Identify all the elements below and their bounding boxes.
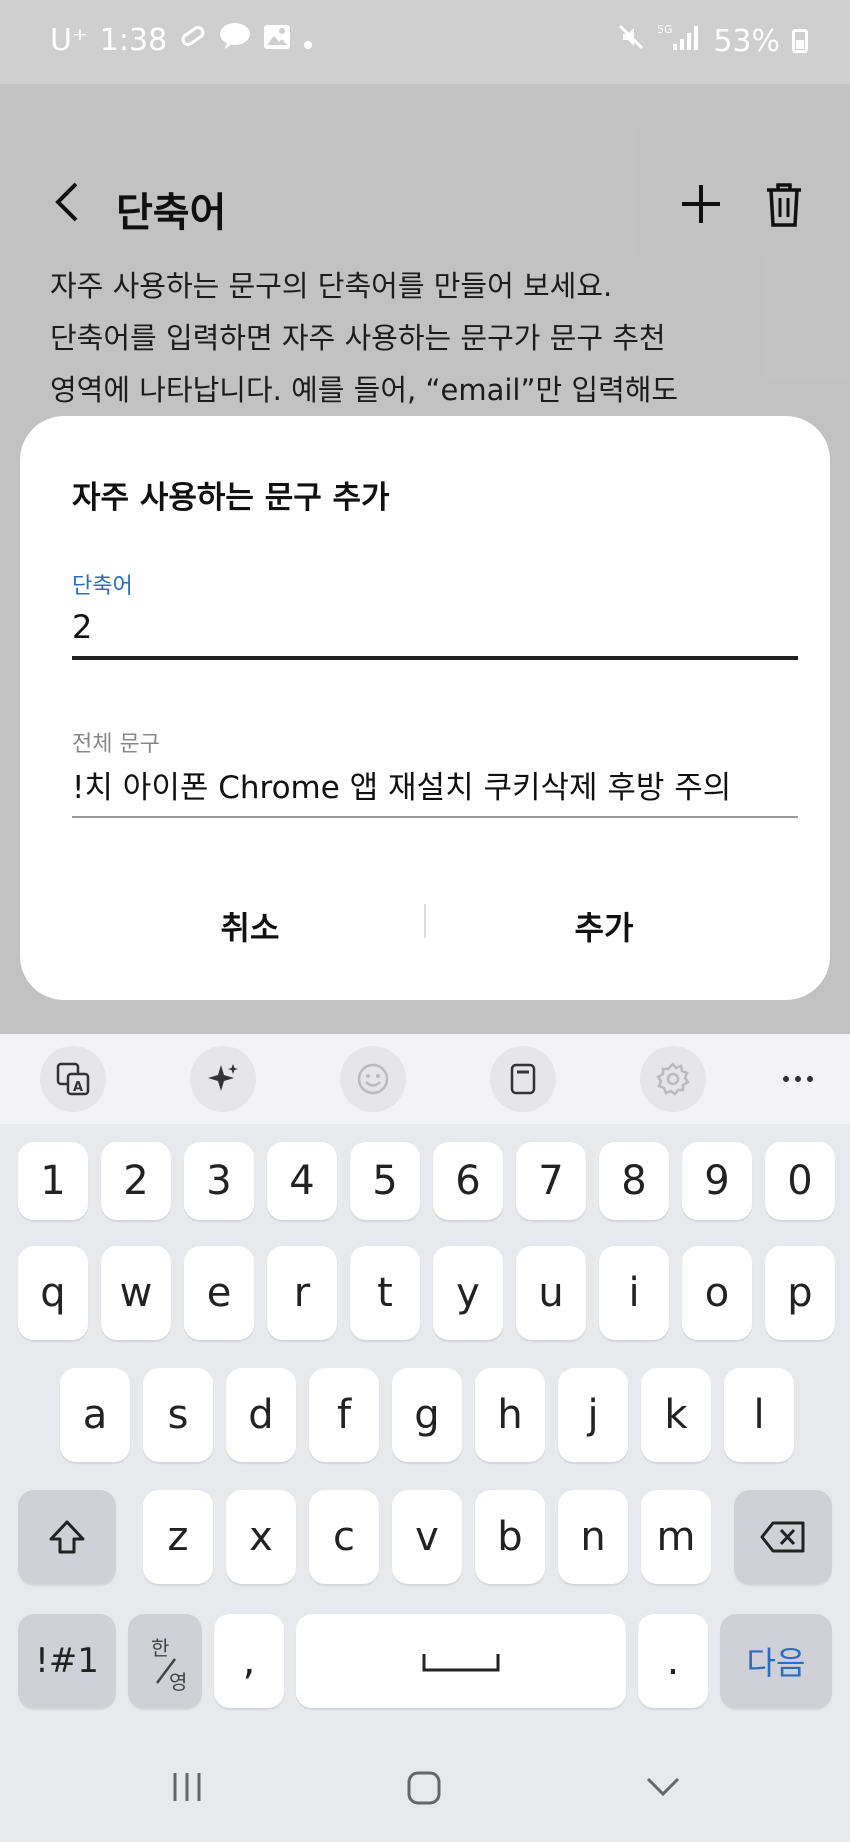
phrase-underline xyxy=(72,816,798,818)
key-4[interactable]: 4 xyxy=(267,1142,337,1220)
key-g[interactable]: g xyxy=(392,1368,462,1462)
emoji-icon[interactable] xyxy=(340,1046,406,1112)
phrase-label: 전체 문구 xyxy=(72,732,160,757)
key-d[interactable]: d xyxy=(226,1368,296,1462)
status-bar: U⁺ 1:38 5G 53% xyxy=(0,0,850,84)
backspace-key[interactable] xyxy=(734,1490,832,1584)
key-s[interactable]: s xyxy=(143,1368,213,1462)
dialog-title: 자주 사용하는 문구 추가 xyxy=(72,480,390,516)
key-e[interactable]: e xyxy=(184,1246,254,1340)
space-key[interactable] xyxy=(296,1614,626,1708)
key-7[interactable]: 7 xyxy=(516,1142,586,1220)
status-right: 5G 53% xyxy=(617,22,808,60)
mute-icon xyxy=(617,23,645,59)
key-t[interactable]: t xyxy=(350,1246,420,1340)
shortcut-underline xyxy=(72,656,798,660)
more-options-icon[interactable] xyxy=(765,1046,831,1112)
symbols-key[interactable]: !#1 xyxy=(18,1614,116,1708)
phrase-input[interactable]: !치 아이폰 Chrome 앱 재설치 쿠키삭제 후방 주의 xyxy=(72,762,798,807)
pill-icon xyxy=(179,22,207,58)
key-0[interactable]: 0 xyxy=(765,1142,835,1220)
key-p[interactable]: p xyxy=(765,1246,835,1340)
battery-percent: 53% xyxy=(713,23,780,59)
keyboard-toolbar: A xyxy=(0,1034,850,1124)
gallery-icon xyxy=(263,23,291,58)
key-x[interactable]: x xyxy=(226,1490,296,1584)
language-switch-key[interactable]: 한 영 xyxy=(128,1614,202,1708)
add-phrase-dialog: 자주 사용하는 문구 추가 단축어 2 전체 문구 !치 아이폰 Chrome … xyxy=(20,416,830,1000)
key-1[interactable]: 1 xyxy=(18,1142,88,1220)
key-z[interactable]: z xyxy=(143,1490,213,1584)
key-w[interactable]: w xyxy=(101,1246,171,1340)
home-icon[interactable] xyxy=(406,1770,442,1806)
key-q[interactable]: q xyxy=(18,1246,88,1340)
shortcut-input[interactable]: 2 xyxy=(72,608,92,646)
key-u[interactable]: u xyxy=(516,1246,586,1340)
key-8[interactable]: 8 xyxy=(599,1142,669,1220)
clock: 1:38 xyxy=(99,22,168,58)
key-6[interactable]: 6 xyxy=(433,1142,503,1220)
clipboard-icon[interactable] xyxy=(490,1046,556,1112)
translate-icon[interactable]: A xyxy=(40,1046,106,1112)
period-key[interactable]: . xyxy=(638,1614,708,1708)
lang-switch-glyph: 한 영 xyxy=(151,1636,187,1694)
comma-key[interactable]: , xyxy=(214,1614,284,1708)
lang-bottom: 영 xyxy=(169,1670,187,1694)
button-divider xyxy=(424,904,426,938)
key-j[interactable]: j xyxy=(558,1368,628,1462)
cancel-button[interactable]: 취소 xyxy=(80,896,420,956)
key-i[interactable]: i xyxy=(599,1246,669,1340)
space-bar-icon xyxy=(422,1654,500,1672)
shortcut-label: 단축어 xyxy=(72,574,133,599)
next-key[interactable]: 다음 xyxy=(720,1614,832,1708)
network-type: 5G xyxy=(657,23,673,36)
signal-icon: 5G xyxy=(657,22,701,60)
navigation-bar xyxy=(0,1740,850,1842)
lang-top: 한 xyxy=(151,1636,169,1660)
key-v[interactable]: v xyxy=(392,1490,462,1584)
key-m[interactable]: m xyxy=(641,1490,711,1584)
key-a[interactable]: a xyxy=(60,1368,130,1462)
carrier-label: U⁺ xyxy=(50,22,88,58)
backspace-icon xyxy=(760,1521,805,1553)
key-2[interactable]: 2 xyxy=(101,1142,171,1220)
phrase-input-text: !치 아이폰 Chrome 앱 재설치 쿠키삭제 후방 주의 xyxy=(72,770,732,806)
shift-key[interactable] xyxy=(18,1490,116,1584)
key-b[interactable]: b xyxy=(475,1490,545,1584)
key-y[interactable]: y xyxy=(433,1246,503,1340)
settings-gear-icon[interactable] xyxy=(640,1046,706,1112)
talk-icon xyxy=(219,22,251,58)
dot-icon xyxy=(303,23,313,58)
keyboard: A 1 2 3 4 5 6 7 8 9 0 q w e r t y u i o … xyxy=(0,1034,850,1842)
key-5[interactable]: 5 xyxy=(350,1142,420,1220)
key-n[interactable]: n xyxy=(558,1490,628,1584)
key-f[interactable]: f xyxy=(309,1368,379,1462)
key-k[interactable]: k xyxy=(641,1368,711,1462)
status-left: U⁺ 1:38 xyxy=(50,22,313,58)
key-r[interactable]: r xyxy=(267,1246,337,1340)
svg-text:A: A xyxy=(73,1080,83,1095)
recent-apps-icon[interactable] xyxy=(170,1770,204,1804)
hide-keyboard-chevron-icon[interactable] xyxy=(644,1770,682,1804)
key-o[interactable]: o xyxy=(682,1246,752,1340)
key-3[interactable]: 3 xyxy=(184,1142,254,1220)
key-h[interactable]: h xyxy=(475,1368,545,1462)
key-c[interactable]: c xyxy=(309,1490,379,1584)
ai-sparkle-icon[interactable] xyxy=(190,1046,256,1112)
battery-icon xyxy=(792,29,808,53)
key-9[interactable]: 9 xyxy=(682,1142,752,1220)
key-l[interactable]: l xyxy=(724,1368,794,1462)
add-button[interactable]: 추가 xyxy=(434,896,774,956)
shift-arrow-icon xyxy=(49,1520,85,1554)
